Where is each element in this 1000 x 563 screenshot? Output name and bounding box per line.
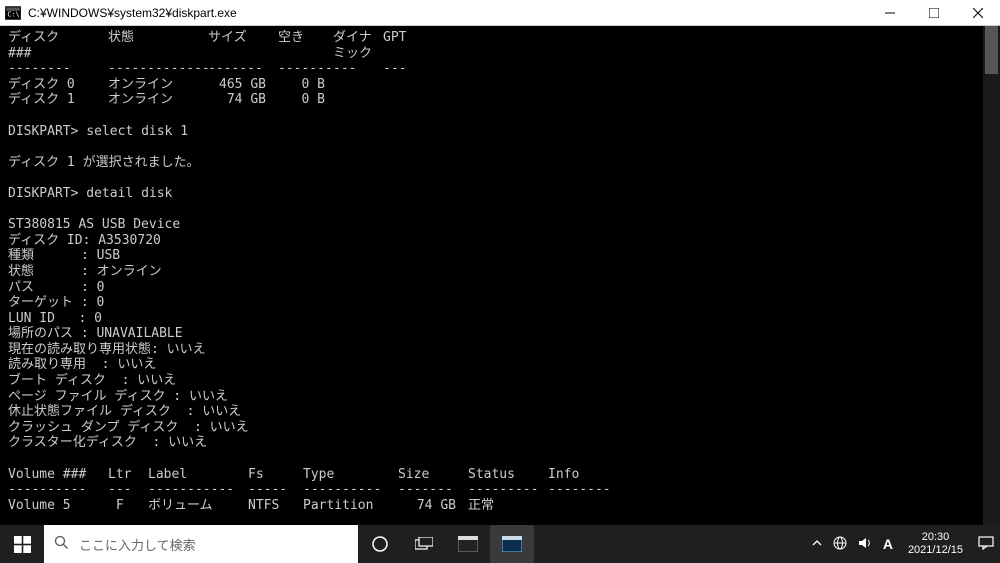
volume-icon[interactable]: [858, 536, 872, 553]
detail-row: LUN ID : 0: [8, 311, 992, 327]
detail-row: 現在の読み取り専用状態: いいえ: [8, 342, 992, 358]
system-tray: A 20:30 2021/12/15: [812, 531, 1000, 556]
detail-row: パス : 0: [8, 280, 992, 296]
table-row: Volume 5 FボリュームNTFSPartition74 GB正常: [8, 498, 992, 514]
ime-indicator[interactable]: A: [883, 536, 893, 552]
close-button[interactable]: [956, 0, 1000, 26]
detail-row: 種類 : USB: [8, 248, 992, 264]
cell-ltr: F: [108, 498, 148, 514]
taskbar: ここに入力して検索 A 20:30 2021/12/15: [0, 525, 1000, 563]
detail-row: 休止状態ファイル ディスク : いいえ: [8, 404, 992, 420]
cell-disk: ディスク 1: [8, 92, 108, 108]
detail-row: 場所のパス : UNAVAILABLE: [8, 326, 992, 342]
maximize-button[interactable]: [912, 0, 956, 26]
table-row: ディスク 1オンライン 74 GB0 B: [8, 92, 992, 108]
cell-disk: ディスク 0: [8, 77, 108, 93]
col-status: 状態: [108, 30, 208, 61]
svg-text:C:\: C:\: [7, 10, 19, 18]
command-result: ディスク 1 が選択されました。: [8, 155, 992, 171]
col-dyna: ダイナ ミック: [333, 30, 383, 61]
cell-status: 正常: [468, 498, 548, 514]
detail-row: 読み取り専用 : いいえ: [8, 357, 992, 373]
taskbar-clock[interactable]: 20:30 2021/12/15: [904, 531, 967, 556]
network-icon[interactable]: [833, 536, 847, 553]
taskbar-app-diskpart[interactable]: [490, 525, 534, 563]
detail-row: ターゲット : 0: [8, 295, 992, 311]
task-view-button[interactable]: [402, 525, 446, 563]
cell-volnum: Volume 5: [8, 498, 108, 514]
blank-line: [8, 513, 992, 525]
blank-line: [8, 170, 992, 186]
volume-header-row: Volume ### Ltr Label Fs Type Size Status…: [8, 467, 992, 483]
detail-row: クラッシュ ダンプ ディスク : いいえ: [8, 420, 992, 436]
app-icon: C:\: [4, 4, 22, 22]
terminal-output[interactable]: ディスク ### 状態 サイズ 空き ダイナ ミック GPT -------- …: [0, 26, 1000, 525]
scrollbar-thumb[interactable]: [985, 26, 998, 74]
cell-label: ボリューム: [148, 498, 248, 514]
col-disk: ディスク ###: [8, 30, 108, 61]
prompt-line-1: DISKPART> select disk 1: [8, 124, 992, 140]
clock-date: 2021/12/15: [908, 544, 963, 557]
blank-line: [8, 451, 992, 467]
vertical-scrollbar[interactable]: [983, 26, 1000, 525]
col-free: 空き: [278, 30, 333, 61]
cell-info: [548, 498, 618, 514]
blank-line: [8, 202, 992, 218]
cell-type: Partition: [303, 498, 398, 514]
cell-free: 0 B: [278, 92, 333, 108]
window-titlebar: C:\ C:¥WINDOWS¥system32¥diskpart.exe: [0, 0, 1000, 26]
minimize-button[interactable]: [868, 0, 912, 26]
start-button[interactable]: [0, 525, 44, 563]
window-title: C:¥WINDOWS¥system32¥diskpart.exe: [28, 6, 868, 20]
clock-time: 20:30: [908, 531, 963, 544]
cell-fs: NTFS: [248, 498, 303, 514]
cell-size: 465 GB: [208, 77, 278, 93]
detail-row: ブート ディスク : いいえ: [8, 373, 992, 389]
table-row: ディスク 0オンライン465 GB0 B: [8, 77, 992, 93]
volume-header-underline: ---------- --- ----------- ----- -------…: [8, 482, 992, 498]
chevron-up-icon[interactable]: [812, 537, 822, 551]
blank-line: [8, 108, 992, 124]
blank-line: [8, 139, 992, 155]
disk-header-underline: -------- ------------- ------- ------- -…: [8, 61, 992, 77]
command-input: detail disk: [86, 186, 172, 201]
detail-row: ページ ファイル ディスク : いいえ: [8, 389, 992, 405]
disk-header-row: ディスク ### 状態 サイズ 空き ダイナ ミック GPT: [8, 30, 992, 61]
search-icon: [54, 535, 69, 553]
cell-free: 0 B: [278, 77, 333, 93]
cell-status: オンライン: [108, 77, 208, 93]
detail-row: クラスター化ディスク : いいえ: [8, 435, 992, 451]
taskbar-search[interactable]: ここに入力して検索: [44, 525, 358, 563]
device-name: ST380815 AS USB Device: [8, 217, 992, 233]
cortana-button[interactable]: [358, 525, 402, 563]
prompt-line-2: DISKPART> detail disk: [8, 186, 992, 202]
cell-status: オンライン: [108, 92, 208, 108]
command-input: select disk 1: [86, 124, 188, 139]
cell-size: 74 GB: [398, 498, 468, 514]
search-placeholder: ここに入力して検索: [79, 535, 196, 554]
cell-size: 74 GB: [208, 92, 278, 108]
taskbar-app-cmd[interactable]: [446, 525, 490, 563]
detail-row: ディスク ID: A3530720: [8, 233, 992, 249]
col-size: サイズ: [208, 30, 278, 61]
action-center-icon[interactable]: [978, 536, 994, 553]
col-gpt: GPT: [383, 30, 423, 61]
detail-row: 状態 : オンライン: [8, 264, 992, 280]
